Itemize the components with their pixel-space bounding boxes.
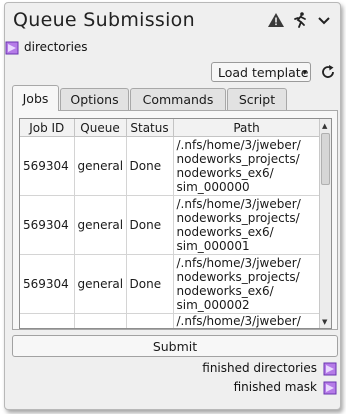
input-port-label: directories (24, 40, 88, 54)
cell-path: /.nfs/home/3/jweber/ nodeworks_projects/… (173, 254, 321, 314)
output-port-label-finished-mask: finished mask (233, 380, 317, 394)
output-port-finished-directories[interactable] (323, 362, 339, 376)
cell-queue (74, 313, 127, 328)
warning-icon[interactable] (267, 11, 285, 29)
output-port-label-finished-directories: finished directories (202, 361, 317, 375)
column-header-path[interactable]: Path (173, 119, 321, 137)
tab-jobs[interactable]: Jobs (12, 85, 59, 111)
table-row[interactable]: /.nfs/home/3/jweber/ (20, 313, 321, 328)
cell-job-id (20, 313, 75, 328)
cell-status: Done (126, 195, 174, 255)
dropdown-caret-icon: ▾ (302, 68, 307, 78)
cell-job-id: 569304 (20, 254, 75, 314)
tab-script[interactable]: Script (227, 88, 287, 110)
refresh-icon[interactable] (319, 63, 337, 81)
cell-queue: general (74, 195, 127, 255)
input-port-directories[interactable] (5, 41, 21, 55)
cell-queue: general (74, 254, 127, 314)
cell-status: Done (126, 254, 174, 314)
column-header-status[interactable]: Status (126, 119, 174, 137)
cell-path: /.nfs/home/3/jweber/ (173, 313, 321, 328)
cell-path: /.nfs/home/3/jweber/ nodeworks_projects/… (173, 195, 321, 255)
chevron-down-icon[interactable] (315, 11, 333, 29)
table-row[interactable]: 569304 general Done /.nfs/home/3/jweber/… (20, 136, 321, 196)
scroll-up-icon[interactable]: ▲ (322, 122, 327, 130)
table-header-row: Job ID Queue Status Path (20, 119, 321, 137)
cell-job-id: 569304 (20, 136, 75, 196)
running-person-icon[interactable] (291, 11, 309, 29)
node-title: Queue Submission (13, 9, 195, 31)
cell-job-id: 569304 (20, 195, 75, 255)
queue-submission-node: Queue Submission directories Load templa… (4, 2, 341, 410)
cell-status (126, 313, 174, 328)
load-template-button[interactable]: Load template ▾ (211, 62, 311, 82)
cell-status: Done (126, 136, 174, 196)
column-header-job-id[interactable]: Job ID (20, 119, 75, 137)
table-row[interactable]: 569304 general Done /.nfs/home/3/jweber/… (20, 254, 321, 314)
scrollbar-thumb[interactable] (321, 133, 330, 185)
output-port-finished-mask[interactable] (323, 381, 339, 395)
cell-queue: general (74, 136, 127, 196)
table-scrollbar[interactable]: ▲ ▼ (319, 119, 331, 328)
column-header-queue[interactable]: Queue (74, 119, 127, 137)
table-row[interactable]: 569304 general Done /.nfs/home/3/jweber/… (20, 195, 321, 255)
scroll-down-icon[interactable]: ▼ (322, 318, 327, 326)
load-template-label: Load template (218, 65, 309, 80)
submit-button[interactable]: Submit (12, 335, 338, 357)
cell-path: /.nfs/home/3/jweber/ nodeworks_projects/… (173, 136, 321, 196)
jobs-table[interactable]: Job ID Queue Status Path 569304 general … (19, 118, 332, 329)
tab-options[interactable]: Options (60, 88, 129, 110)
tab-commands[interactable]: Commands (130, 88, 226, 110)
jobs-tab-pane: Job ID Queue Status Path 569304 general … (12, 110, 338, 330)
